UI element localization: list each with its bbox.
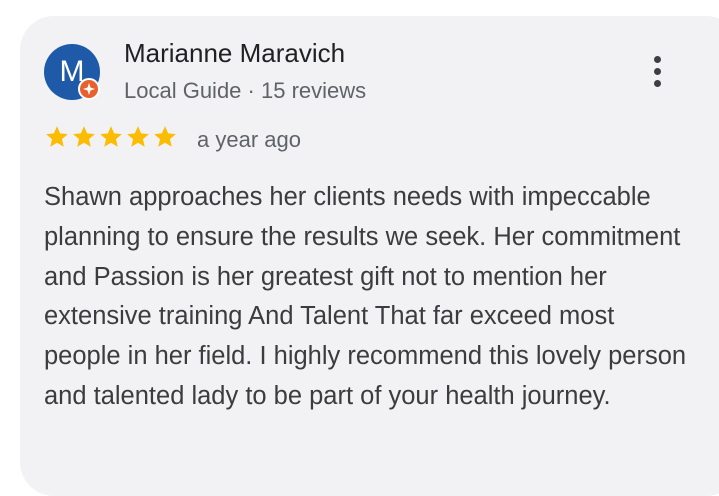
- review-count: 15 reviews: [260, 78, 367, 103]
- author-name[interactable]: Marianne Maravich: [124, 38, 345, 69]
- star-rating: [44, 124, 178, 154]
- local-guide-label: Local Guide: [124, 78, 242, 103]
- review-text: Shawn approaches her clients needs with …: [44, 183, 687, 410]
- local-guide-icon: [78, 78, 100, 100]
- more-vert-dot: [654, 68, 661, 75]
- author-meta[interactable]: Local Guide · 15 reviews: [124, 78, 366, 104]
- more-vert-icon: [654, 56, 661, 63]
- review-time: a year ago: [197, 127, 301, 152]
- star-icon: [46, 126, 68, 147]
- star-icon: [73, 126, 95, 147]
- star-icon: [154, 126, 176, 147]
- meta-separator: ·: [241, 78, 261, 103]
- more-vert-dot: [654, 80, 661, 87]
- star-icon: [100, 126, 122, 147]
- more-options-button[interactable]: [644, 52, 672, 92]
- star-icon: [127, 126, 149, 147]
